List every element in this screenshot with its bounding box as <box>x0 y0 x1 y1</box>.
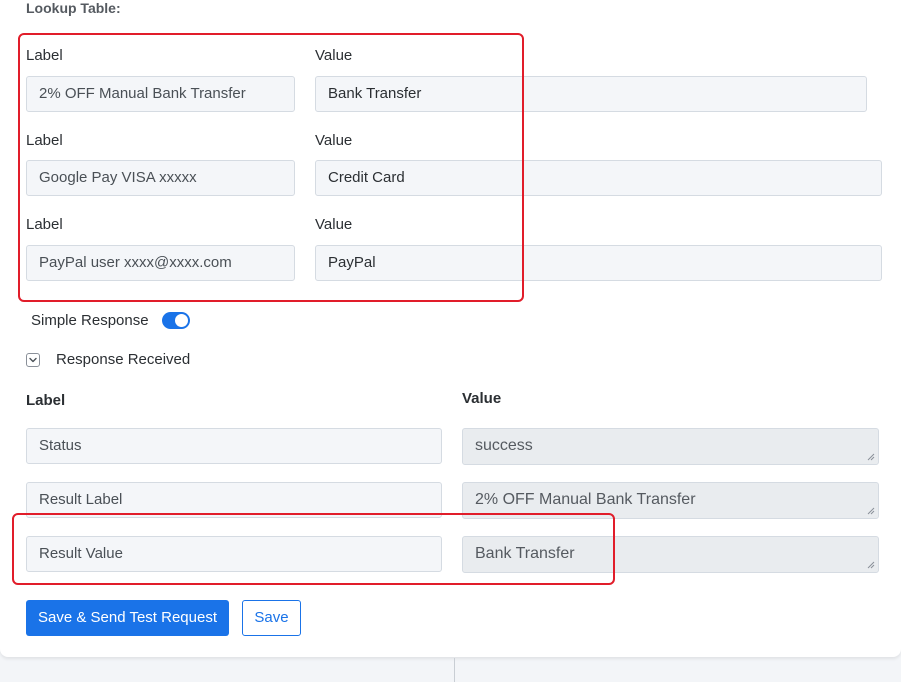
lookup-label-heading: Label <box>26 132 63 149</box>
response-value-text: success <box>475 437 533 454</box>
response-value-textarea[interactable]: Bank Transfer <box>462 536 879 573</box>
simple-response-label: Simple Response <box>31 312 149 329</box>
response-received-label: Response Received <box>56 351 191 368</box>
lookup-value-input[interactable]: Credit Card <box>315 160 882 196</box>
resize-grip-icon[interactable] <box>867 561 875 569</box>
response-label-input[interactable]: Status <box>26 428 442 464</box>
toggle-knob <box>175 314 188 327</box>
lookup-value-heading: Value <box>315 132 353 149</box>
response-value-text: Bank Transfer <box>475 545 575 562</box>
section-title: Lookup Table: <box>26 0 121 16</box>
resize-grip-icon[interactable] <box>867 453 875 461</box>
connector-line <box>454 658 455 682</box>
lookup-panel: Lookup Table: Label Value 2% OFF Manual … <box>0 0 901 657</box>
chevron-down-icon <box>29 357 37 363</box>
lookup-value-input[interactable]: PayPal <box>315 245 882 281</box>
lookup-label-input[interactable]: 2% OFF Manual Bank Transfer <box>26 76 295 112</box>
save-button[interactable]: Save <box>242 600 301 636</box>
lookup-label-heading: Label <box>26 47 63 64</box>
response-label-input[interactable]: Result Value <box>26 536 442 572</box>
lookup-label-heading: Label <box>26 216 63 233</box>
lookup-value-heading: Value <box>315 216 353 233</box>
lookup-label-input[interactable]: Google Pay VISA xxxxx <box>26 160 295 196</box>
simple-response-toggle[interactable] <box>162 312 190 329</box>
response-value-header: Value <box>462 390 502 407</box>
response-value-textarea[interactable]: success <box>462 428 879 465</box>
lookup-label-input[interactable]: PayPal user xxxx@xxxx.com <box>26 245 295 281</box>
lookup-value-input[interactable]: Bank Transfer <box>315 76 867 112</box>
response-value-text: 2% OFF Manual Bank Transfer <box>475 491 696 508</box>
save-and-send-test-request-button[interactable]: Save & Send Test Request <box>26 600 229 636</box>
lookup-value-heading: Value <box>315 47 353 64</box>
response-value-textarea[interactable]: 2% OFF Manual Bank Transfer <box>462 482 879 519</box>
response-received-collapse-toggle[interactable] <box>26 353 40 367</box>
resize-grip-icon[interactable] <box>867 507 875 515</box>
response-label-input[interactable]: Result Label <box>26 482 442 518</box>
response-label-header: Label <box>26 392 66 409</box>
